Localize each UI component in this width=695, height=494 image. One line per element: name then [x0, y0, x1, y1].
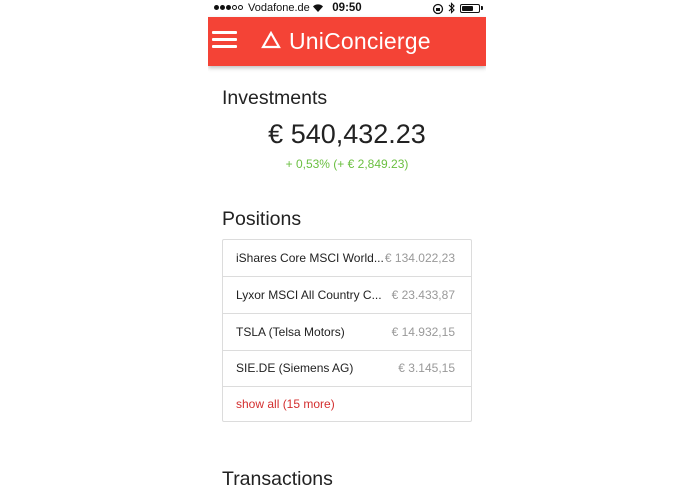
position-value: € 3.145,15 — [398, 361, 455, 375]
investments-change: + 0,53% (+ € 2,849.23) — [285, 157, 409, 171]
investments-heading: Investments — [222, 87, 328, 109]
position-name: SIE.DE (Siemens AG) — [236, 361, 354, 375]
position-value: € 134.022,23 — [384, 251, 455, 265]
phone-screen: Vodafone.de 09:50 UniConcierge Investmen… — [208, 0, 486, 494]
position-value: € 14.932,15 — [391, 325, 455, 339]
bluetooth-icon — [448, 2, 455, 14]
show-all-link[interactable]: show all (15 more) — [236, 397, 335, 411]
position-name: Lyxor MSCI All Country C... — [236, 288, 382, 302]
rotation-lock-icon — [432, 3, 444, 15]
triangle-logo-icon — [261, 31, 281, 49]
position-value: € 23.433,87 — [391, 288, 455, 302]
status-time: 09:50 — [332, 2, 362, 14]
transactions-heading: Transactions — [222, 468, 333, 490]
battery-tip — [481, 6, 483, 10]
position-row[interactable]: iShares Core MSCI World... € 134.022,23 — [223, 240, 471, 277]
status-bar: Vodafone.de 09:50 — [208, 0, 486, 17]
investments-total: € 540,432.23 — [268, 119, 426, 149]
position-row[interactable]: TSLA (Telsa Motors) € 14.932,15 — [223, 314, 471, 351]
position-row[interactable]: SIE.DE (Siemens AG) € 3.145,15 — [223, 350, 471, 387]
position-name: iShares Core MSCI World... — [236, 251, 384, 265]
menu-button[interactable] — [212, 29, 238, 51]
battery-icon — [460, 4, 480, 13]
app-bar: UniConcierge — [208, 17, 486, 66]
positions-heading: Positions — [222, 208, 302, 230]
app-title: UniConcierge — [289, 28, 431, 54]
position-name: TSLA (Telsa Motors) — [236, 325, 345, 339]
positions-card: iShares Core MSCI World... € 134.022,23 … — [222, 239, 472, 422]
position-row[interactable]: Lyxor MSCI All Country C... € 23.433,87 — [223, 277, 471, 314]
